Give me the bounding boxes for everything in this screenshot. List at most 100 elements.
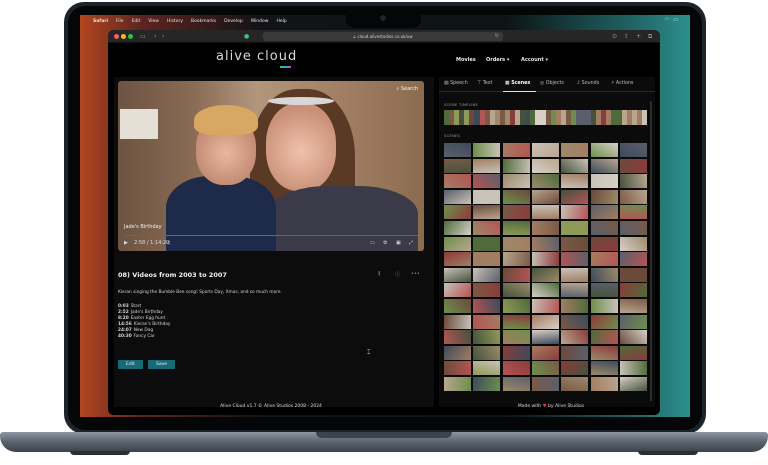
menu-safari[interactable]: Safari	[93, 19, 108, 24]
scene-thumbnail[interactable]	[473, 174, 501, 189]
site-logo[interactable]: alive cloud	[216, 49, 297, 64]
scene-thumbnail[interactable]	[502, 221, 530, 235]
volume-icon[interactable]: ◁	[166, 240, 170, 246]
sidebar-toggle-icon[interactable]: ▭	[140, 32, 146, 41]
scene-thumbnail[interactable]	[590, 377, 618, 391]
zoom-window-button[interactable]	[128, 34, 133, 39]
scene-thumbnail[interactable]	[444, 158, 471, 173]
scene-thumbnail[interactable]	[473, 377, 501, 391]
scene-thumbnail[interactable]	[473, 361, 501, 376]
scene-thumbnail[interactable]	[590, 221, 618, 235]
scene-thumbnail[interactable]	[590, 267, 618, 282]
scene-thumbnail[interactable]	[619, 377, 647, 391]
chapter-item[interactable]: 2:52 Jade's Birthday	[118, 310, 163, 315]
scene-thumbnail[interactable]	[619, 221, 647, 235]
scene-thumbnail[interactable]	[561, 299, 589, 313]
tab-sounds[interactable]: ♪ Sounds	[577, 81, 599, 86]
share-icon[interactable]: ⇪	[624, 32, 629, 41]
save-button[interactable]: Save	[148, 360, 176, 369]
scene-thumbnail[interactable]	[619, 252, 647, 267]
scene-thumbnail[interactable]	[590, 205, 618, 220]
scene-thumbnail[interactable]	[531, 205, 559, 220]
scene-thumbnail[interactable]	[531, 221, 559, 235]
scene-thumbnail[interactable]	[473, 236, 501, 251]
scene-thumbnail[interactable]	[502, 236, 530, 251]
scene-thumbnail[interactable]	[473, 283, 501, 298]
scene-thumbnail[interactable]	[444, 174, 471, 189]
scene-thumbnail[interactable]	[561, 283, 589, 298]
scene-thumbnail[interactable]	[561, 361, 589, 376]
scene-thumbnail[interactable]	[531, 299, 559, 313]
scene-thumbnail[interactable]	[473, 189, 501, 204]
scene-thumbnail[interactable]	[473, 158, 501, 173]
scene-thumbnail[interactable]	[619, 158, 647, 173]
scene-thumbnail[interactable]	[531, 158, 559, 173]
scene-thumbnail[interactable]	[444, 205, 471, 220]
tab-text[interactable]: ⊤ Text	[477, 81, 492, 86]
scene-thumbnail[interactable]	[444, 252, 471, 267]
scene-thumbnail[interactable]	[473, 143, 501, 157]
scene-thumbnail[interactable]	[531, 143, 559, 157]
scene-thumbnail[interactable]	[561, 158, 589, 173]
info-icon[interactable]: ⓘ	[395, 271, 400, 278]
scene-thumbnail[interactable]	[619, 205, 647, 220]
scene-thumbnail[interactable]	[473, 314, 501, 329]
scene-thumbnail[interactable]	[561, 345, 589, 360]
chapter-item[interactable]: 14:56 Kieran's Birthday	[118, 322, 170, 327]
scene-thumbnail[interactable]	[590, 189, 618, 204]
scene-thumbnail[interactable]	[502, 267, 530, 282]
scene-thumbnail[interactable]	[473, 221, 501, 235]
scene-thumbnail[interactable]	[531, 283, 559, 298]
scene-thumbnail[interactable]	[561, 205, 589, 220]
scene-thumbnail[interactable]	[502, 377, 530, 391]
scene-thumbnail[interactable]	[502, 361, 530, 376]
scene-thumbnail[interactable]	[531, 174, 559, 189]
captions-icon[interactable]: ▣	[396, 240, 401, 246]
scene-thumbnail[interactable]	[619, 314, 647, 329]
scene-thumbnail[interactable]	[590, 299, 618, 313]
scene-thumbnail[interactable]	[444, 189, 471, 204]
scene-thumbnail[interactable]	[561, 221, 589, 235]
scene-thumbnail[interactable]	[590, 330, 618, 345]
fullscreen-icon[interactable]: ⤢	[409, 240, 413, 246]
scene-thumbnail[interactable]	[561, 236, 589, 251]
scene-thumbnail[interactable]	[444, 330, 471, 345]
scene-thumbnail[interactable]	[561, 377, 589, 391]
scene-thumbnail[interactable]	[473, 267, 501, 282]
menu-bookmarks[interactable]: Bookmarks	[191, 19, 216, 24]
scene-thumbnail[interactable]	[619, 345, 647, 360]
scene-thumbnail[interactable]	[444, 377, 471, 391]
minimize-window-button[interactable]	[121, 34, 126, 39]
scene-thumbnail[interactable]	[619, 174, 647, 189]
scene-thumbnail[interactable]	[590, 283, 618, 298]
video-progress-bar[interactable]	[124, 235, 418, 236]
scene-thumbnail[interactable]	[502, 174, 530, 189]
chapter-item[interactable]: 0:03 Start	[118, 304, 141, 309]
wifi-icon[interactable]: ◠	[665, 17, 673, 23]
scene-thumbnail[interactable]	[444, 221, 471, 235]
scene-timeline[interactable]	[444, 110, 648, 125]
scene-thumbnail[interactable]	[531, 330, 559, 345]
menu-view[interactable]: View	[148, 19, 159, 24]
battery-icon[interactable]: ▭	[673, 17, 682, 23]
scene-thumbnail[interactable]	[502, 345, 530, 360]
scene-thumbnail[interactable]	[444, 283, 471, 298]
scene-thumbnail[interactable]	[502, 143, 530, 157]
scene-thumbnail[interactable]	[473, 252, 501, 267]
nav-account[interactable]: Account ▾	[521, 57, 548, 63]
scene-thumbnail[interactable]	[473, 205, 501, 220]
scene-thumbnail[interactable]	[444, 267, 471, 282]
tab-objects[interactable]: ◎ Objects	[540, 81, 564, 86]
nav-movies[interactable]: Movies	[456, 57, 476, 63]
scene-thumbnail[interactable]	[619, 267, 647, 282]
back-icon[interactable]: ‹	[154, 32, 156, 41]
scene-thumbnail[interactable]	[473, 345, 501, 360]
tab-actions[interactable]: ⚡ Actions	[611, 81, 633, 86]
airplay-icon[interactable]: ▭	[370, 240, 375, 246]
scene-thumbnail[interactable]	[502, 252, 530, 267]
scene-thumbnail[interactable]	[444, 345, 471, 360]
scene-thumbnail[interactable]	[561, 314, 589, 329]
video-search-button[interactable]: ⌕ Search	[396, 86, 418, 92]
scene-thumbnail[interactable]	[502, 314, 530, 329]
scene-thumbnail[interactable]	[590, 174, 618, 189]
